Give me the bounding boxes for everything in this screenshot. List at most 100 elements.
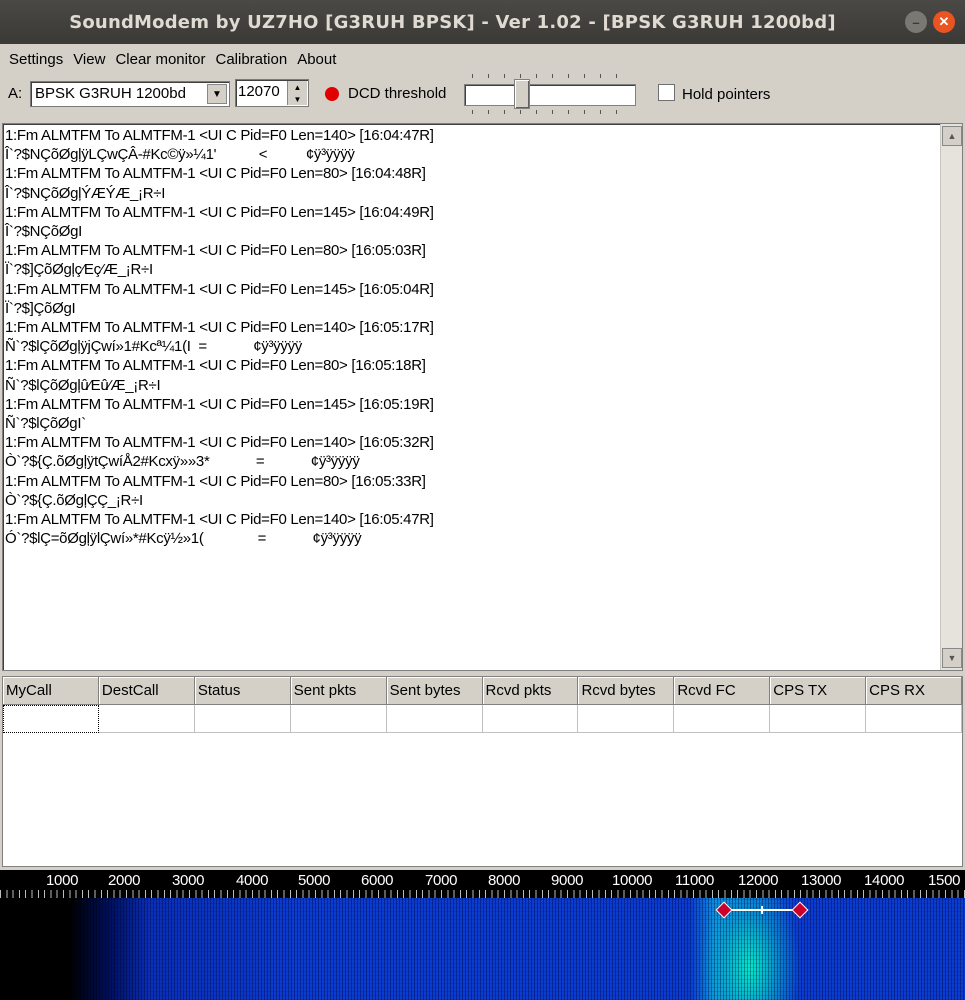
menu-about[interactable]: About [292, 51, 341, 68]
monitor-pane[interactable]: 1:Fm ALMTFM To ALMTFM-1 <UI C Pid=F0 Len… [2, 123, 963, 671]
scale-label: 5000 [298, 872, 331, 889]
slider-track[interactable] [464, 84, 636, 106]
mode-select[interactable]: BPSK G3RUH 1200bd ▼ [30, 81, 230, 107]
monitor-line: Ó`?$lÇ=õØgļÿlÇwí»*#Kcÿ½»1( = ¢ÿ³ÿÿÿÿ [5, 530, 362, 548]
scroll-down-icon[interactable]: ▼ [942, 648, 962, 668]
table-cell[interactable] [674, 705, 771, 733]
scale-label: 8000 [488, 872, 521, 889]
scale-label: 14000 [864, 872, 905, 889]
dcd-threshold-label: DCD threshold [348, 85, 447, 102]
frequency-scale: 1000 2000 3000 4000 5000 6000 7000 8000 9000 1000… [0, 870, 965, 892]
monitor-line: 1:Fm ALMTFM To ALMTFM-1 <UI C Pid=F0 Len… [5, 357, 426, 375]
monitor-line: 1:Fm ALMTFM To ALMTFM-1 <UI C Pid=F0 Len… [5, 319, 434, 337]
column-header[interactable]: Sent bytes [386, 677, 483, 705]
menu-view[interactable]: View [68, 51, 110, 68]
column-header[interactable]: Rcvd bytes [578, 677, 675, 705]
monitor-scrollbar[interactable]: ▲ ▼ [940, 124, 962, 670]
table-header: MyCall DestCall Status Sent pkts Sent bytes R… [3, 677, 963, 705]
waterfall-display[interactable]: 1000 2000 3000 4000 5000 6000 7000 8000 9000 1000… [0, 870, 965, 1000]
monitor-line: Î`?$NÇõØgļÝÆÝÆ_¡R÷Ι [5, 184, 166, 202]
table-cell[interactable] [3, 705, 99, 733]
monitor-line: Ï`?$]ÇõØgΙ [5, 299, 76, 317]
monitor-line: 1:Fm ALMTFM To ALMTFM-1 <UI C Pid=F0 Len… [5, 165, 426, 183]
monitor-line: Ñ`?$lÇõØgļû⁄Eû⁄Æ_¡R÷Ι [5, 376, 161, 394]
scale-label: 3000 [172, 872, 205, 889]
table-row[interactable] [3, 705, 963, 733]
scale-label: 11000 [675, 872, 715, 889]
monitor-line: Ò`?${Ç.õØgļÇÇ_¡R÷Ι [5, 491, 143, 509]
scale-label: 7000 [425, 872, 458, 889]
window-title: SoundModem by UZ7HO [G3RUH BPSK] - Ver 1… [69, 11, 836, 33]
chevron-down-icon[interactable]: ▼ [207, 84, 227, 104]
table-cell[interactable] [578, 705, 675, 733]
scale-label: 4000 [236, 872, 269, 889]
monitor-line: 1:Fm ALMTFM To ALMTFM-1 <UI C Pid=F0 Len… [5, 395, 434, 413]
scale-label: 13000 [801, 872, 842, 889]
monitor-line: Ñ`?$lÇõØgΙ` [5, 415, 86, 433]
table-cell[interactable] [98, 705, 195, 733]
column-header[interactable]: Rcvd pkts [482, 677, 579, 705]
dcd-indicator-icon [325, 87, 339, 101]
monitor-line: Î`?$NÇõØgļÿLÇwÇÂ-#Kc©ÿ»¼1' < ¢ÿ³ÿÿÿÿ [5, 146, 355, 164]
menu-clear-monitor[interactable]: Clear monitor [110, 51, 210, 68]
column-header[interactable]: Sent pkts [290, 677, 387, 705]
monitor-line: 1:Fm ALMTFM To ALMTFM-1 <UI C Pid=F0 Len… [5, 127, 434, 144]
frequency-marker[interactable] [715, 901, 809, 919]
close-icon[interactable]: ✕ [933, 11, 955, 33]
slider-ticks-top [472, 74, 632, 78]
monitor-line: 1:Fm ALMTFM To ALMTFM-1 <UI C Pid=F0 Len… [5, 203, 434, 221]
hold-pointers-label: Hold pointers [682, 86, 771, 103]
title-bar: SoundModem by UZ7HO [G3RUH BPSK] - Ver 1… [0, 0, 965, 44]
column-header[interactable]: CPS RX [866, 677, 963, 705]
scale-label: 2000 [108, 872, 141, 889]
monitor-line: 1:Fm ALMTFM To ALMTFM-1 <UI C Pid=F0 Len… [5, 511, 434, 529]
spin-arrows-icon[interactable]: ▲ ▼ [287, 81, 307, 105]
monitor-line: Ò`?${Ç.õØgļÿtÇwíÅ2#Kcxÿ»»3* = ¢ÿ³ÿÿÿÿ [5, 453, 360, 471]
slider-ticks-bottom [472, 110, 632, 114]
menu-bar: Settings View Clear monitor Calibration … [0, 46, 965, 72]
column-header[interactable]: Rcvd FC [674, 677, 771, 705]
monitor-line: Ñ`?$lÇõØgļÿjÇwí»1#Kcª¼1(Ι = ¢ÿ³ÿÿÿÿ [5, 338, 302, 356]
hold-pointers-checkbox[interactable] [658, 84, 675, 101]
marker-right-icon[interactable] [791, 901, 809, 919]
channel-label: A: [8, 85, 23, 102]
mode-select-value: BPSK G3RUH 1200bd [35, 85, 186, 102]
scale-label: 9000 [551, 872, 584, 889]
column-header[interactable]: CPS TX [770, 677, 867, 705]
marker-center-line [761, 906, 763, 914]
scale-label: 1500 [928, 872, 961, 889]
scale-label: 1000 [46, 872, 79, 889]
spectrum-noise [0, 898, 965, 1000]
monitor-line: Ï`?$]ÇõØgļç⁄Eç⁄Æ_¡R÷Ι [5, 261, 153, 279]
scroll-up-icon[interactable]: ▲ [942, 126, 962, 146]
connections-table[interactable]: MyCall DestCall Status Sent pkts Sent bytes R… [2, 676, 963, 867]
frequency-spinner[interactable]: 12070 ▲ ▼ [235, 79, 309, 107]
table-cell[interactable] [194, 705, 291, 733]
monitor-line: 1:Fm ALMTFM To ALMTFM-1 <UI C Pid=F0 Len… [5, 434, 434, 452]
dcd-threshold-slider[interactable] [464, 74, 636, 114]
table-cell[interactable] [290, 705, 387, 733]
monitor-line: 1:Fm ALMTFM To ALMTFM-1 <UI C Pid=F0 Len… [5, 280, 434, 298]
monitor-line: Î`?$NÇõØgΙ [5, 223, 83, 241]
column-header[interactable]: DestCall [98, 677, 195, 705]
table-cell[interactable] [770, 705, 867, 733]
marker-left-icon[interactable] [715, 901, 733, 919]
slider-thumb[interactable] [514, 79, 530, 109]
monitor-line: 1:Fm ALMTFM To ALMTFM-1 <UI C Pid=F0 Len… [5, 472, 426, 490]
column-header[interactable]: MyCall [3, 677, 99, 705]
menu-calibration[interactable]: Calibration [210, 51, 292, 68]
minimize-icon[interactable]: – [905, 11, 927, 33]
table-cell[interactable] [866, 705, 963, 733]
column-header[interactable]: Status [194, 677, 291, 705]
table-cell[interactable] [386, 705, 483, 733]
frequency-value: 12070 [238, 83, 280, 100]
frequency-scale-ticks [0, 890, 965, 898]
monitor-text: 1:Fm ALMTFM To ALMTFM-1 <UI C Pid=F0 Len… [5, 126, 935, 548]
toolbar: A: BPSK G3RUH 1200bd ▼ 12070 ▲ ▼ DCD thre… [0, 74, 965, 114]
scale-label: 12000 [738, 872, 779, 889]
scale-label: 10000 [612, 872, 653, 889]
scale-label: 6000 [361, 872, 394, 889]
monitor-line: 1:Fm ALMTFM To ALMTFM-1 <UI C Pid=F0 Len… [5, 242, 426, 260]
menu-settings[interactable]: Settings [4, 51, 68, 68]
table-cell[interactable] [482, 705, 579, 733]
